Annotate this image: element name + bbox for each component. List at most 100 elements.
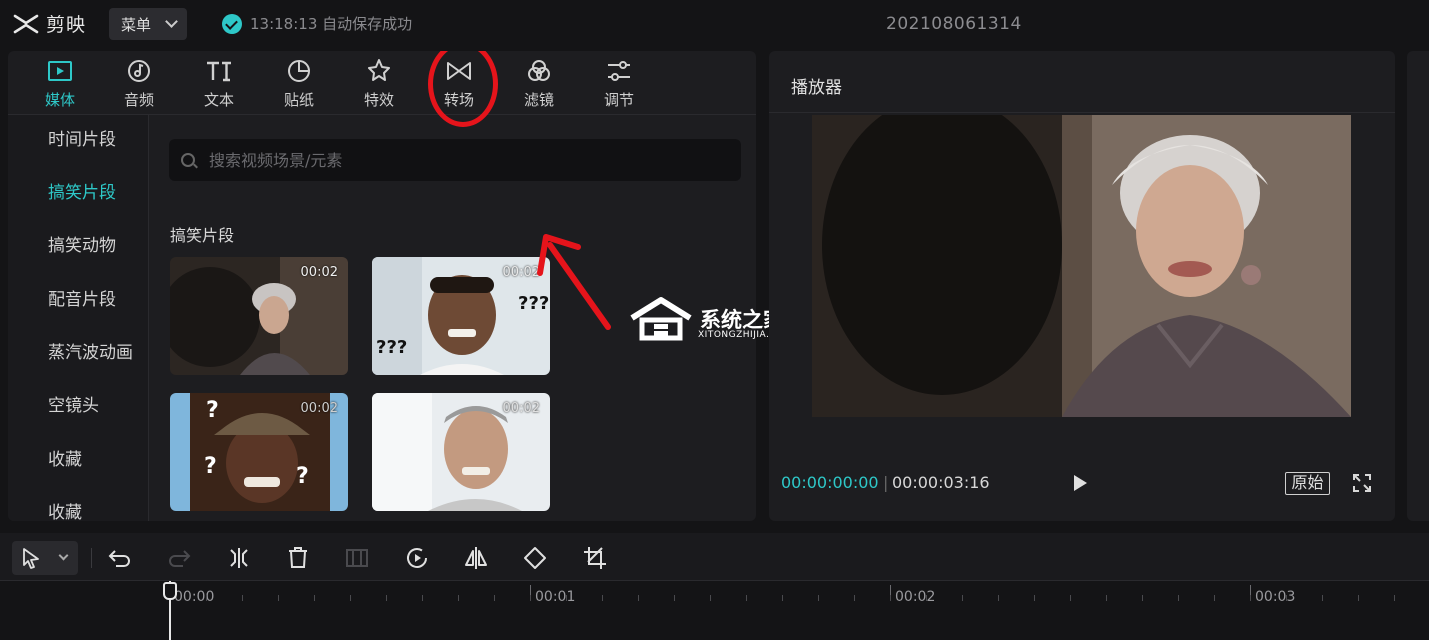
delete-button[interactable] bbox=[285, 545, 311, 571]
tab-filter[interactable]: 滤镜 bbox=[509, 57, 569, 111]
play-icon[interactable] bbox=[1074, 475, 1087, 491]
svg-text:?: ? bbox=[204, 454, 217, 479]
tick-label: 00:03 bbox=[1255, 589, 1296, 605]
ruler-minor-tick bbox=[206, 595, 207, 601]
toolbar-divider bbox=[91, 548, 92, 568]
cursor-icon bbox=[23, 548, 39, 569]
ruler-minor-tick bbox=[926, 595, 927, 601]
redo-button[interactable] bbox=[166, 545, 192, 571]
clip-thumbnail-2[interactable]: ??? ??? 00:02 bbox=[372, 257, 550, 375]
original-ratio-button[interactable]: 原始 bbox=[1285, 472, 1330, 495]
player-panel: 播放器 00:00:00:00 | 00:00:03:16 原始 bbox=[769, 51, 1395, 521]
freeze-frame-button[interactable] bbox=[344, 545, 370, 571]
ruler-minor-tick bbox=[314, 595, 315, 601]
split-icon bbox=[230, 548, 248, 568]
properties-panel-edge bbox=[1407, 51, 1429, 521]
ruler-minor-tick bbox=[422, 595, 423, 601]
tab-adjust[interactable]: 调节 bbox=[589, 57, 649, 111]
tick-label: 00:01 bbox=[535, 589, 576, 605]
ruler-minor-tick bbox=[998, 595, 999, 601]
current-time: 00:00:00:00 bbox=[781, 473, 879, 492]
tab-media[interactable]: 媒体 bbox=[30, 57, 90, 111]
crop-button[interactable] bbox=[582, 545, 608, 571]
timeline: 00:00 00:01 00:02 00:03 bbox=[0, 533, 1429, 640]
clip-duration: 00:02 bbox=[300, 265, 338, 280]
ruler-minor-tick bbox=[1178, 595, 1179, 601]
clip-duration: 00:02 bbox=[502, 401, 540, 416]
ruler-minor-tick bbox=[674, 595, 675, 601]
media-category-list: 时间片段 搞笑片段 搞笑动物 配音片段 蒸汽波动画 空镜头 收藏 收藏 bbox=[8, 115, 149, 521]
mirror-button[interactable] bbox=[463, 545, 489, 571]
split-button[interactable] bbox=[226, 545, 252, 571]
subnav-item-time-clips[interactable]: 时间片段 bbox=[48, 125, 116, 150]
ruler-minor-tick bbox=[458, 595, 459, 601]
media-icon bbox=[48, 61, 72, 81]
ruler-minor-tick bbox=[386, 595, 387, 601]
ruler-minor-tick bbox=[530, 595, 531, 601]
clip-thumbnail-1[interactable]: 00:02 bbox=[170, 257, 348, 375]
project-title: 202108061314 bbox=[886, 14, 1022, 34]
subnav-item-empty-shots[interactable]: 空镜头 bbox=[48, 391, 99, 416]
clip-thumbnail-4[interactable]: 00:02 bbox=[372, 393, 550, 511]
subnav-item-favorites-2[interactable]: 收藏 bbox=[48, 498, 82, 521]
clip-duration: 00:02 bbox=[300, 401, 338, 416]
subnav-item-funny-animals[interactable]: 搞笑动物 bbox=[48, 231, 116, 256]
tab-text[interactable]: 文本 bbox=[189, 57, 249, 111]
chevron-down-icon bbox=[58, 550, 69, 561]
reverse-play-icon bbox=[407, 548, 427, 568]
svg-text:???: ??? bbox=[376, 337, 407, 358]
reverse-button[interactable] bbox=[404, 545, 430, 571]
sticker-icon bbox=[288, 59, 311, 82]
search-icon bbox=[181, 153, 195, 167]
app-name: 剪映 bbox=[46, 14, 87, 36]
undo-button[interactable] bbox=[107, 545, 133, 571]
crop-icon bbox=[584, 547, 606, 569]
autosave-status: 13:18:13 自动保存成功 bbox=[222, 13, 412, 34]
ruler-minor-tick bbox=[818, 595, 819, 601]
ruler-minor-tick bbox=[566, 595, 567, 601]
video-preview[interactable] bbox=[812, 115, 1351, 417]
ruler-minor-tick bbox=[1214, 595, 1215, 601]
adjust-icon bbox=[608, 61, 630, 81]
subnav-item-vaporwave[interactable]: 蒸汽波动画 bbox=[48, 338, 133, 363]
freeze-frame-icon bbox=[346, 549, 368, 567]
subnav-item-dubbing[interactable]: 配音片段 bbox=[48, 285, 116, 310]
ruler-minor-tick bbox=[782, 595, 783, 601]
chevron-down-icon bbox=[165, 15, 178, 28]
subnav-item-favorites[interactable]: 收藏 bbox=[48, 445, 82, 470]
svg-text:?: ? bbox=[296, 464, 309, 489]
tab-sticker[interactable]: 贴纸 bbox=[269, 57, 329, 111]
ruler-minor-tick bbox=[854, 595, 855, 601]
search-box[interactable] bbox=[169, 139, 741, 181]
time-separator: | bbox=[883, 473, 889, 492]
ruler-minor-tick bbox=[1286, 595, 1287, 601]
ruler-minor-tick bbox=[746, 595, 747, 601]
search-input[interactable] bbox=[209, 150, 709, 170]
ruler-minor-tick bbox=[890, 595, 891, 601]
ruler-minor-tick bbox=[602, 595, 603, 601]
text-icon bbox=[207, 61, 231, 82]
clip-thumbnail-3[interactable]: ? ? ? 00:02 bbox=[170, 393, 348, 511]
select-tool-dropdown[interactable] bbox=[12, 541, 78, 575]
ruler-minor-tick bbox=[494, 595, 495, 601]
timeline-toolbar bbox=[0, 533, 1429, 581]
menu-dropdown[interactable]: 菜单 bbox=[109, 8, 187, 40]
check-circle-icon bbox=[222, 13, 242, 34]
ruler-minor-tick bbox=[1034, 595, 1035, 601]
fullscreen-icon[interactable] bbox=[1353, 474, 1371, 492]
subnav-item-funny-clips[interactable]: 搞笑片段 bbox=[48, 178, 116, 203]
time-ruler[interactable]: 00:00 00:01 00:02 00:03 bbox=[0, 581, 1429, 640]
tab-audio[interactable]: 音频 bbox=[109, 57, 169, 111]
annotation-circle bbox=[428, 51, 498, 127]
rotate-button[interactable] bbox=[522, 545, 548, 571]
redo-icon bbox=[169, 550, 191, 567]
ruler-minor-tick bbox=[710, 595, 711, 601]
playhead-handle[interactable] bbox=[163, 582, 177, 600]
ruler-minor-tick bbox=[1394, 595, 1395, 601]
tab-effects[interactable]: 特效 bbox=[349, 57, 409, 111]
rotate-icon bbox=[524, 547, 546, 569]
watermark-house-logo bbox=[630, 297, 692, 341]
app-logo: 剪映 bbox=[12, 10, 86, 37]
ruler-minor-tick bbox=[278, 595, 279, 601]
undo-icon bbox=[108, 550, 130, 567]
